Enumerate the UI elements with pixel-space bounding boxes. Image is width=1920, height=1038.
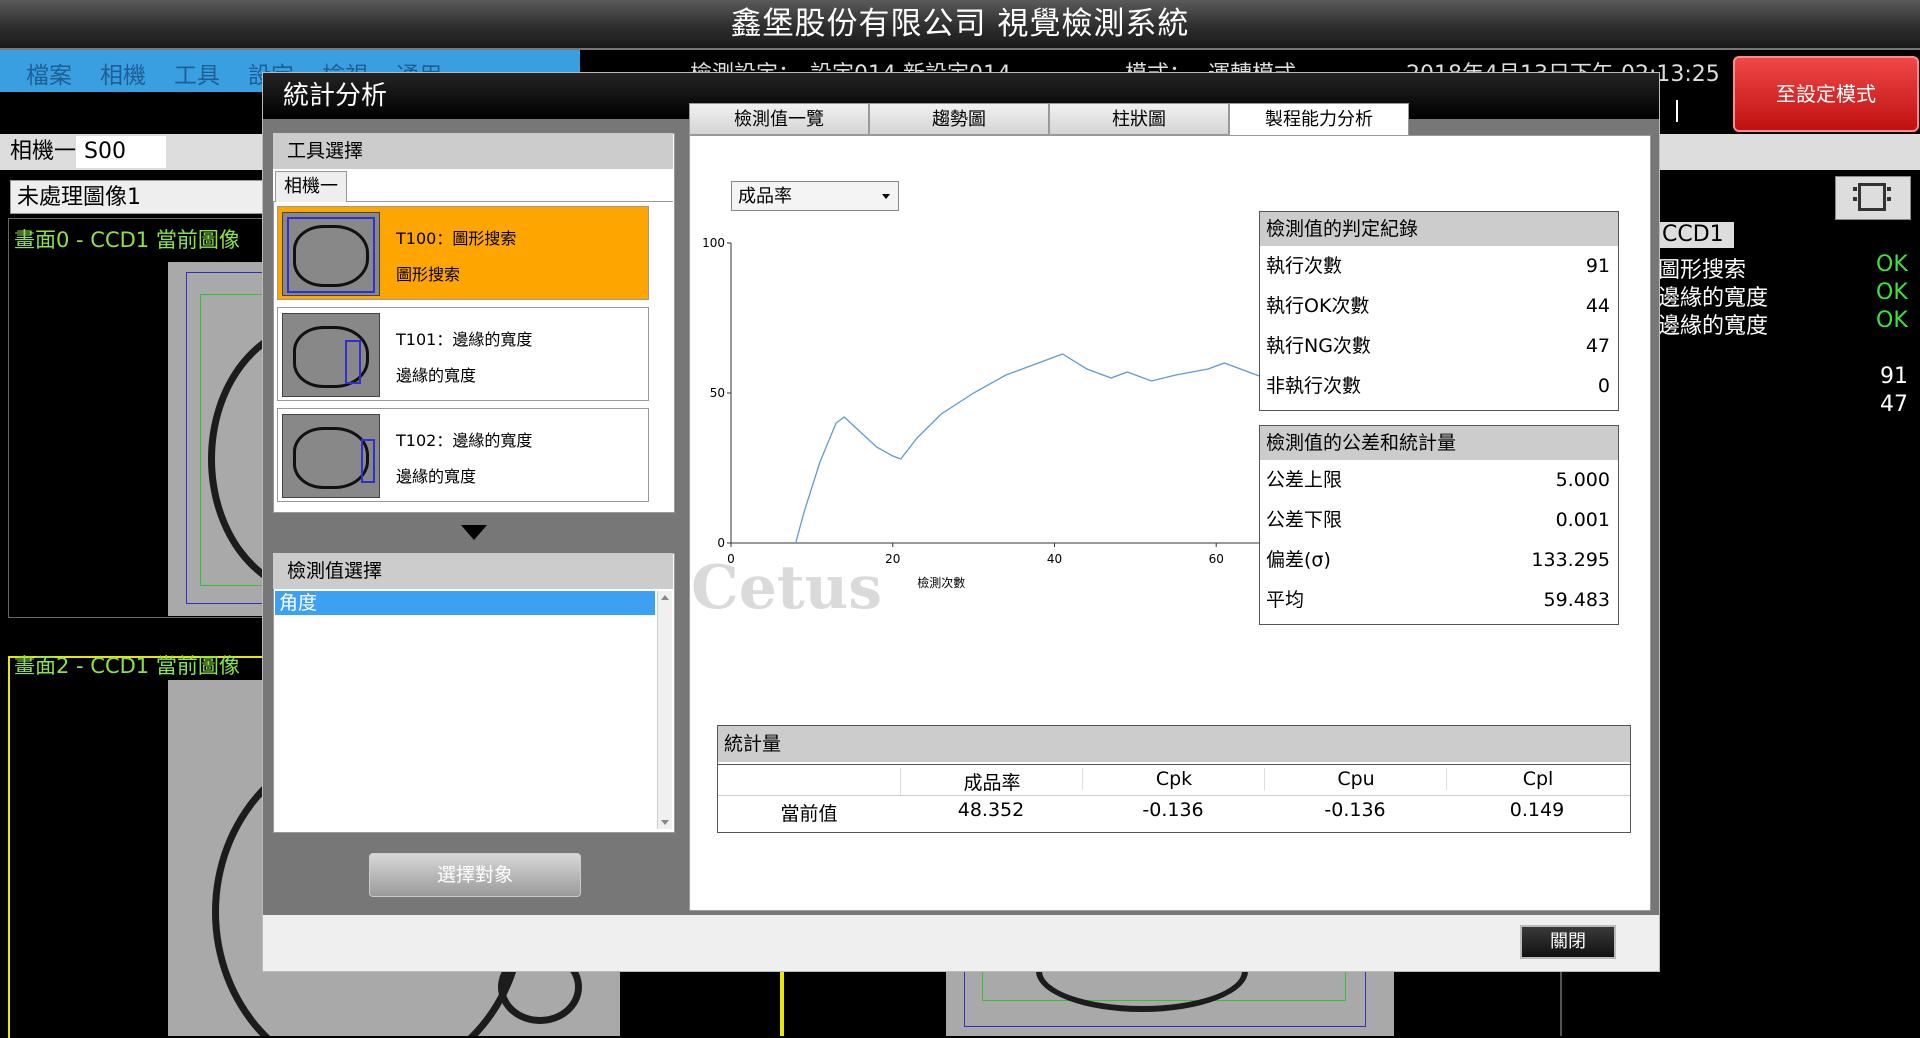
y-tick-label: 0 xyxy=(717,536,725,550)
tool-card-t102[interactable]: T102：邊緣的寬度 邊緣的寬度 xyxy=(277,408,649,502)
tool-name: T101：邊緣的寬度 xyxy=(396,330,533,349)
stats-cpu-value: -0.136 xyxy=(1324,799,1386,821)
result-name-2: 邊緣的寬度 xyxy=(1658,314,1769,339)
tool-name: T102：邊緣的寬度 xyxy=(396,431,533,450)
tab-bar-chart[interactable]: 柱狀圖 xyxy=(1049,103,1229,135)
x-tick-label: 60 xyxy=(1209,552,1224,566)
scroll-down-icon[interactable] xyxy=(661,820,669,825)
y-tick-label: 100 xyxy=(702,236,725,250)
tolerance-header: 檢測值的公差和統計量 xyxy=(1260,426,1618,460)
setting-mode-button[interactable]: 至設定模式 xyxy=(1733,56,1919,132)
result-count-2: 47 xyxy=(1880,392,1908,417)
stats-col-cpl: Cpl xyxy=(1446,768,1629,790)
judgment-row: 執行OK次數 44 xyxy=(1266,295,1610,317)
y-tick-label: 50 xyxy=(710,386,725,400)
result-status-2: OK xyxy=(1876,308,1908,333)
tab-value-list[interactable]: 檢測值一覽 xyxy=(689,103,869,135)
metric-dropdown-value: 成品率 xyxy=(738,186,792,207)
stats-col-yield: 成品率 xyxy=(900,768,1083,795)
tolerance-row: 公差上限 5.000 xyxy=(1266,469,1610,491)
menu-camera[interactable]: 相機 xyxy=(100,56,146,90)
stats-col-cpk: Cpk xyxy=(1082,768,1265,790)
camera-image-0 xyxy=(168,262,262,616)
judgment-row: 執行次數 91 xyxy=(1266,255,1610,277)
stats-cpl-value: 0.149 xyxy=(1509,799,1565,821)
tool-camera-tab[interactable]: 相機一 xyxy=(275,171,347,202)
judgment-box: 檢測值的判定紀錄 執行次數 91 執行OK次數 44 執行NG次數 47 非執行次數 0 xyxy=(1259,211,1619,411)
dialog-footer xyxy=(263,915,1659,971)
tool-type: 邊緣的寬度 xyxy=(396,366,477,385)
app-title-bar: 鑫堡股份有限公司 視覺檢測系統 xyxy=(0,0,1920,50)
watermark-text: Cetus xyxy=(691,553,883,623)
judgment-row: 非執行次數 0 xyxy=(1266,375,1610,397)
statistics-table: 統計量 成品率 Cpk Cpu Cpl 當前值 48.352 -0.136 -0… xyxy=(717,725,1631,833)
stats-yield-value: 48.352 xyxy=(957,799,1025,821)
tolerance-row: 偏差(σ) 133.295 xyxy=(1266,549,1610,571)
tool-type: 邊緣的寬度 xyxy=(396,467,477,486)
tolerance-box: 檢測值的公差和統計量 公差上限 5.000 公差下限 0.001 偏差(σ) 133.… xyxy=(1259,425,1619,625)
tool-thumbnail xyxy=(282,212,380,296)
stats-cpk-value: -0.136 xyxy=(1142,799,1204,821)
chevron-down-icon xyxy=(882,194,890,199)
tool-thumbnail xyxy=(282,313,380,397)
statistics-header: 統計量 xyxy=(718,726,1630,762)
panel-divider xyxy=(780,970,784,1036)
value-select-header: 檢測值選擇 xyxy=(273,553,673,589)
tool-name: T100：圖形搜索 xyxy=(396,229,517,248)
scroll-up-icon[interactable] xyxy=(661,595,669,600)
result-count-1: 91 xyxy=(1880,364,1908,389)
menu-file[interactable]: 檔案 xyxy=(26,56,72,90)
camera-image-3 xyxy=(946,970,1394,1036)
close-button[interactable]: 關閉 xyxy=(1520,925,1616,959)
value-list-item[interactable]: 角度 xyxy=(275,591,655,615)
camera-value: S00 xyxy=(76,136,166,168)
x-axis-label: 檢測次數 xyxy=(917,575,965,590)
text-cursor xyxy=(1676,100,1678,122)
select-target-button[interactable]: 選擇對象 xyxy=(369,853,581,897)
panel2-label: 畫面2 - CCD1 當前圖像 xyxy=(14,654,240,678)
result-status-1: OK xyxy=(1876,280,1908,305)
tool-card-t101[interactable]: T101：邊緣的寬度 邊緣的寬度 xyxy=(277,307,649,401)
tool-type: 圖形搜索 xyxy=(396,265,461,284)
tab-process-capability[interactable]: 製程能力分析 xyxy=(1229,103,1409,137)
arrow-down-icon xyxy=(461,525,487,540)
tool-select-header: 工具選擇 xyxy=(273,133,673,169)
judgment-row: 執行NG次數 47 xyxy=(1266,335,1610,357)
app-title: 鑫堡股份有限公司 視覺檢測系統 xyxy=(730,6,1190,42)
panel0-label: 畫面0 - CCD1 當前圖像 xyxy=(14,228,240,252)
tolerance-row: 平均 59.483 xyxy=(1266,589,1610,611)
table-row: 當前值 48.352 -0.136 -0.136 0.149 xyxy=(718,796,1630,826)
stats-row-label: 當前值 xyxy=(780,803,838,825)
ccd-label: CCD1 xyxy=(1658,222,1734,248)
value-list-scrollbar[interactable] xyxy=(657,591,672,829)
x-tick-label: 40 xyxy=(1047,552,1062,566)
menu-tools[interactable]: 工具 xyxy=(174,56,220,90)
tolerance-row: 公差下限 0.001 xyxy=(1266,509,1610,531)
metric-dropdown[interactable]: 成品率 xyxy=(731,181,899,211)
tool-thumbnail xyxy=(282,414,380,498)
stats-col-cpu: Cpu xyxy=(1264,768,1447,790)
statistics-header-row: 成品率 Cpk Cpu Cpl xyxy=(718,764,1630,796)
panel-divider-right xyxy=(1560,970,1562,1036)
image-select[interactable]: 未處理圖像1 xyxy=(10,180,270,214)
statistics-dialog: 統計分析 工具選擇 相機一 T100：圖形搜索 圖形搜索 T101：邊緣的寬度 … xyxy=(262,72,1660,972)
x-tick-label: 20 xyxy=(885,552,900,566)
film-strip-icon[interactable] xyxy=(1835,176,1911,220)
judgment-header: 檢測值的判定紀錄 xyxy=(1260,212,1618,246)
result-status-0: OK xyxy=(1876,252,1908,277)
tab-trend-chart[interactable]: 趨勢圖 xyxy=(869,103,1049,135)
tool-card-t100[interactable]: T100：圖形搜索 圖形搜索 xyxy=(277,206,649,300)
camera-tab[interactable]: 相機一 xyxy=(2,136,85,168)
